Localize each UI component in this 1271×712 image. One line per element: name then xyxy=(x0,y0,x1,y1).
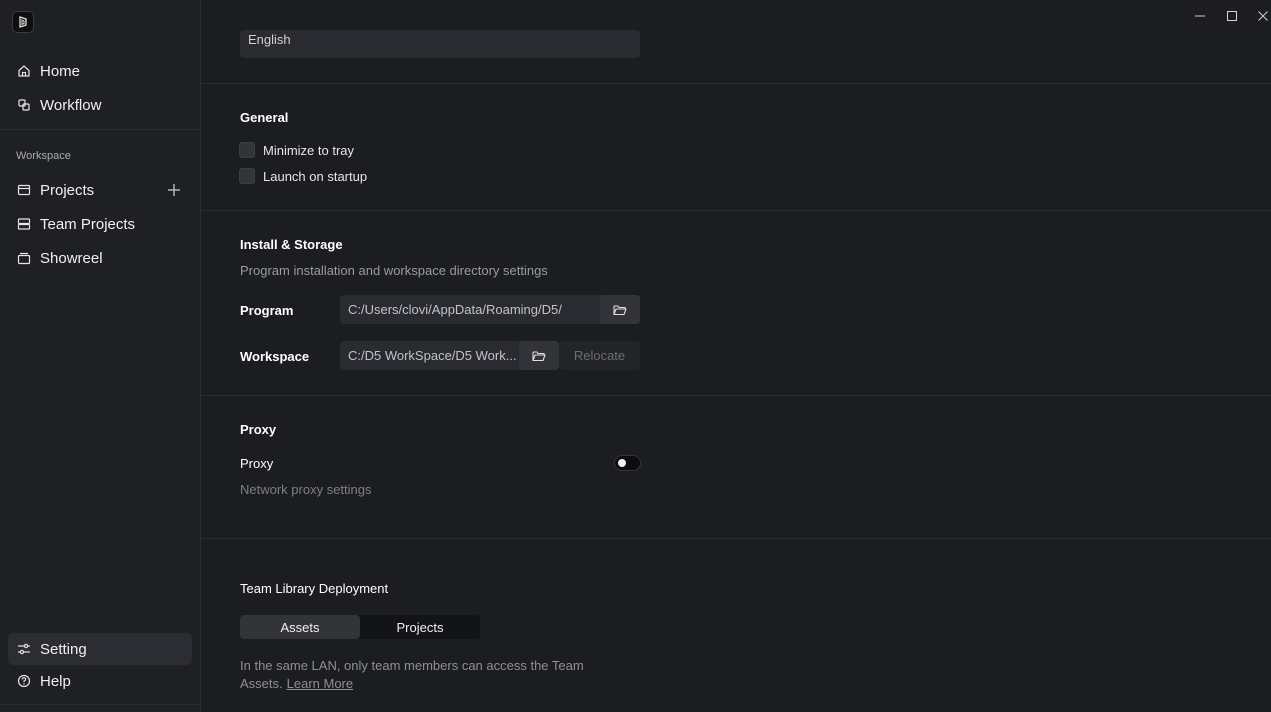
section-divider xyxy=(201,538,1271,539)
sidebar: Home Workflow Workspace Projects Team Pr… xyxy=(0,0,201,712)
proxy-title: Proxy xyxy=(240,422,277,437)
minimize-to-tray-option[interactable]: Minimize to tray xyxy=(239,142,354,158)
workspace-browse-button[interactable] xyxy=(519,341,559,370)
settings-content: English General Minimize to tray Launch … xyxy=(201,0,1271,712)
general-title: General xyxy=(240,110,289,125)
add-project-icon[interactable] xyxy=(166,182,182,198)
program-browse-button[interactable] xyxy=(600,295,640,324)
proxy-label: Proxy xyxy=(240,456,274,471)
nav-showreel[interactable]: Showreel xyxy=(8,242,192,274)
workspace-label: Workspace xyxy=(240,349,310,364)
sidebar-section-label: Workspace xyxy=(16,150,71,162)
folder-open-icon xyxy=(613,304,627,315)
sliders-icon xyxy=(16,641,32,657)
program-label: Program xyxy=(240,303,294,318)
home-icon xyxy=(16,63,32,79)
program-path-field[interactable]: C:/Users/clovi/AppData/Roaming/D5/ xyxy=(340,295,640,324)
section-divider xyxy=(201,83,1271,84)
minimize-to-tray-checkbox[interactable] xyxy=(239,142,255,158)
launch-on-startup-label: Launch on startup xyxy=(263,168,368,184)
team-projects-icon xyxy=(16,216,32,232)
language-select[interactable]: English xyxy=(240,30,640,58)
proxy-toggle[interactable] xyxy=(614,455,641,471)
nav-help[interactable]: Help xyxy=(8,665,192,697)
app-logo[interactable] xyxy=(12,11,34,33)
nav-workflow[interactable]: Workflow xyxy=(8,89,192,121)
proxy-description: Network proxy settings xyxy=(240,482,372,497)
section-divider xyxy=(201,395,1271,396)
relocate-button[interactable]: Relocate xyxy=(559,341,640,370)
language-value: English xyxy=(248,31,291,47)
program-path-value: C:/Users/clovi/AppData/Roaming/D5/ xyxy=(348,302,562,317)
tab-assets[interactable]: Assets xyxy=(240,615,360,639)
team-library-title: Team Library Deployment xyxy=(240,581,389,596)
help-icon xyxy=(16,673,32,689)
install-storage-title: Install & Storage xyxy=(240,237,343,252)
sidebar-bottom-divider xyxy=(0,704,200,705)
d5-logo-icon xyxy=(19,16,27,28)
tab-projects[interactable]: Projects xyxy=(360,615,480,639)
launch-on-startup-option[interactable]: Launch on startup xyxy=(239,168,367,184)
install-storage-description: Program installation and workspace direc… xyxy=(240,263,548,278)
nav-workflow-label: Workflow xyxy=(40,96,102,114)
showreel-icon xyxy=(16,250,32,266)
workflow-icon xyxy=(16,97,32,113)
team-library-tabs: Assets Projects xyxy=(240,615,480,639)
nav-showreel-label: Showreel xyxy=(40,249,103,267)
nav-setting[interactable]: Setting xyxy=(8,633,192,665)
nav-help-label: Help xyxy=(40,672,71,690)
nav-home[interactable]: Home xyxy=(8,55,192,87)
projects-icon xyxy=(16,182,32,198)
nav-projects[interactable]: Projects xyxy=(8,174,192,206)
folder-open-icon xyxy=(532,350,546,361)
launch-on-startup-checkbox[interactable] xyxy=(239,168,255,184)
nav-home-label: Home xyxy=(40,62,81,80)
sidebar-divider xyxy=(0,129,200,130)
nav-setting-label: Setting xyxy=(40,640,87,658)
workspace-path-value: C:/D5 WorkSpace/D5 Work... xyxy=(348,348,517,363)
minimize-to-tray-label: Minimize to tray xyxy=(263,142,355,158)
learn-more-link[interactable]: Learn More xyxy=(287,676,353,691)
nav-team-projects[interactable]: Team Projects xyxy=(8,208,192,240)
toggle-knob xyxy=(618,459,626,467)
nav-projects-label: Projects xyxy=(40,181,95,199)
team-library-description: In the same LAN, only team members can a… xyxy=(240,657,600,693)
section-divider xyxy=(201,210,1271,211)
nav-team-projects-label: Team Projects xyxy=(40,215,136,233)
